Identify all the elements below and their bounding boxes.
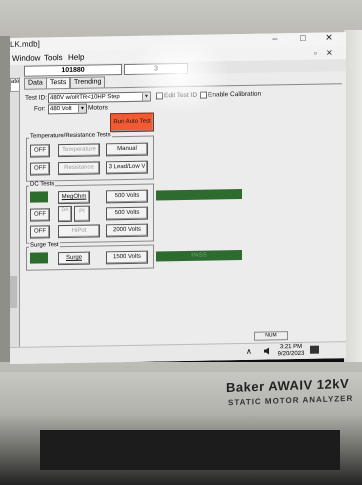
record-id-field[interactable]: 101880 (24, 64, 122, 77)
close-button[interactable]: ✕ (322, 32, 336, 43)
monitor-bezel-left (0, 36, 10, 366)
megohm-voltage-button[interactable]: 500 Volts (106, 189, 148, 204)
surge-button[interactable]: Surge (58, 251, 90, 266)
mdi-close-button[interactable]: ✕ (326, 48, 333, 57)
clock-date[interactable]: 9/20/2023 (276, 351, 306, 358)
pi-voltage-button[interactable]: 500 Volts (106, 206, 148, 221)
mdi-restore-button[interactable]: ▫ (314, 49, 317, 58)
run-auto-test-button[interactable]: Run Auto Test (110, 112, 154, 133)
enable-calibration-label: Enable Calibration (208, 90, 262, 99)
hipot-toggle-button[interactable]: OFF (30, 225, 50, 239)
test-id-value: 480V w/oRTR<10HP Step (50, 94, 120, 102)
maximize-button[interactable]: □ (296, 33, 310, 43)
temperature-button[interactable]: Temperature (58, 143, 100, 158)
menu-window[interactable]: Window (12, 53, 40, 62)
test-id-label: Test ID: (25, 94, 48, 102)
surge-test-title: Surge Test (29, 242, 60, 249)
menu-help[interactable]: Help (68, 53, 84, 62)
temperature-toggle-button[interactable]: OFF (30, 144, 50, 158)
resistance-mode-button[interactable]: 3 Lead/Low V (106, 160, 148, 175)
enable-calibration-checkbox[interactable] (200, 91, 207, 99)
hipot-voltage-button[interactable]: 2000 Volts (106, 223, 148, 238)
for-label: For: (34, 105, 46, 113)
tab-tests[interactable]: Tests (46, 76, 71, 89)
status-bar-num: NUM (254, 331, 288, 341)
tab-trending[interactable]: Trending (70, 76, 106, 88)
test-id-select[interactable]: 480V w/oRTR<10HP Step ▼ (48, 91, 151, 104)
record-count-field[interactable]: 3 (124, 62, 188, 76)
da-button[interactable]: DA (58, 205, 72, 223)
monitor-bezel-right (344, 30, 362, 375)
surge-voltage-button[interactable]: 1500 Volts (106, 250, 148, 265)
megohm-button[interactable]: MegOhm (58, 190, 90, 205)
left-panel-tab[interactable]: ate (10, 77, 20, 92)
temperature-resistance-title: Temperature/Resistance Tests (29, 132, 112, 140)
minimize-button[interactable]: – (268, 33, 282, 43)
temperature-mode-button[interactable]: Manual (106, 142, 148, 157)
edit-test-id-checkbox[interactable] (156, 92, 163, 100)
screen: LK.mdb] – □ ✕ Window Tools Help ▫ ✕ 1018… (10, 32, 346, 364)
instrument-lower-panel (40, 430, 340, 470)
left-panel-scrollbar[interactable] (10, 275, 17, 308)
resistance-button[interactable]: Resistance (58, 161, 100, 176)
tray-expand-icon[interactable]: ∧ (246, 347, 252, 356)
motors-label: Motors (88, 104, 108, 112)
pi-button[interactable]: PI (74, 205, 90, 222)
surge-status-indicator (30, 252, 48, 264)
resistance-toggle-button[interactable]: OFF (30, 162, 50, 176)
tab-data[interactable]: Data (24, 77, 47, 89)
megohm-result-bar (156, 188, 242, 201)
chevron-down-icon: ▼ (142, 92, 150, 101)
megohm-status-indicator (30, 191, 48, 203)
speaker-icon[interactable] (264, 347, 272, 355)
chevron-down-icon: ▼ (78, 104, 86, 113)
voltage-select[interactable]: 480 Volt ▼ (48, 103, 87, 115)
notification-icon[interactable] (310, 345, 319, 354)
surge-result-bar: PASS (156, 249, 242, 262)
tests-panel: Test ID: 480V w/oRTR<10HP Step ▼ Edit Te… (24, 83, 342, 348)
dc-tests-title: DC Tests (29, 181, 56, 188)
hipot-button[interactable]: HiPot (58, 224, 100, 239)
clock-time[interactable]: 3:21 PM (276, 344, 306, 351)
pi-toggle-button[interactable]: OFF (30, 208, 50, 222)
voltage-value: 480 Volt (50, 105, 72, 113)
edit-test-id-label: Edit Test ID (164, 91, 198, 100)
menu-tools[interactable]: Tools (44, 53, 63, 62)
window-title: LK.mdb] (10, 39, 40, 49)
